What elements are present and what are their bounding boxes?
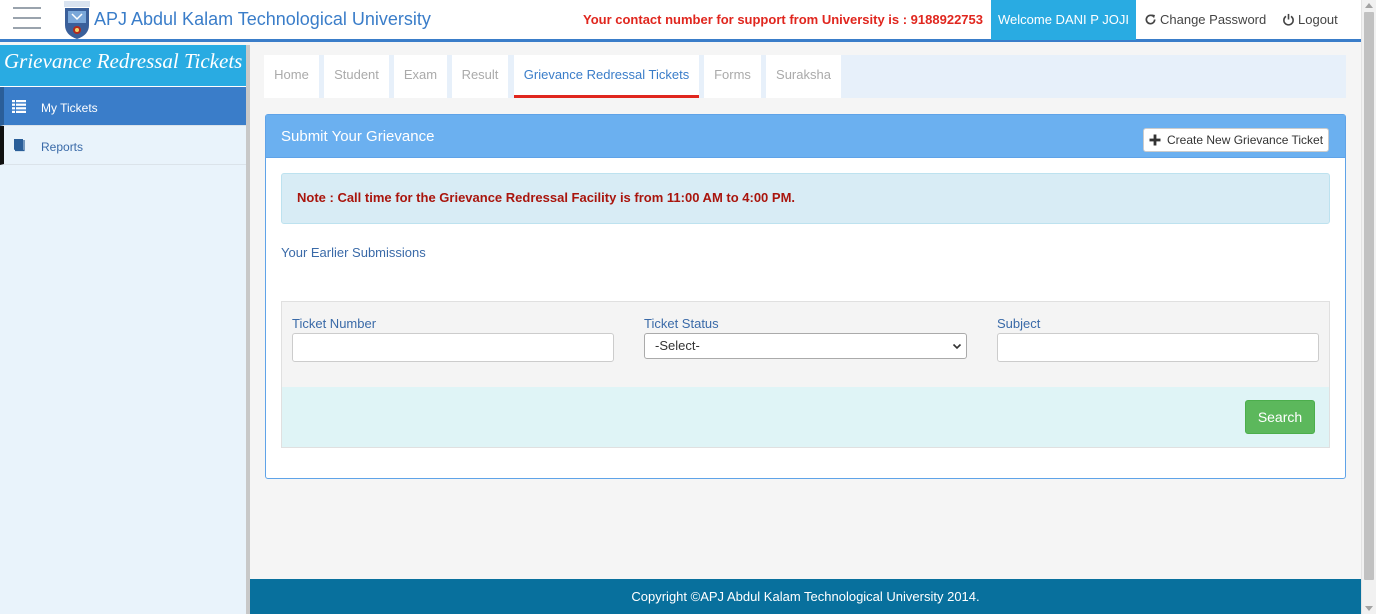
tab-home[interactable]: Home [264, 55, 319, 98]
tab-result[interactable]: Result [452, 55, 508, 98]
panel-title: Submit Your Grievance [281, 128, 435, 145]
scroll-up-arrow-icon[interactable] [1365, 3, 1373, 8]
ticket-number-input[interactable] [292, 333, 614, 362]
earlier-submissions-link[interactable]: Your Earlier Submissions [281, 245, 426, 260]
tab-suraksha[interactable]: Suraksha [766, 55, 841, 98]
plus-icon [1149, 134, 1161, 146]
create-button-label: Create New Grievance Ticket [1167, 133, 1324, 147]
tab-exam[interactable]: Exam [394, 55, 447, 98]
logout-link[interactable]: Logout [1282, 12, 1338, 27]
ticket-status-label: Ticket Status [644, 316, 719, 331]
book-icon [14, 139, 25, 152]
subject-input[interactable] [997, 333, 1319, 362]
power-icon [1283, 13, 1294, 26]
sidebar-item-label: Reports [41, 140, 84, 154]
subject-label: Subject [997, 316, 1041, 331]
tab-student[interactable]: Student [324, 55, 389, 98]
welcome-user-badge: Welcome DANI P JOJI [991, 0, 1136, 40]
sidebar-item-reports[interactable]: Reports [0, 126, 246, 165]
sidebar: Grievance Redressal Tickets My Tickets R… [0, 45, 250, 614]
sidebar-item-my-tickets[interactable]: My Tickets [0, 87, 246, 126]
vertical-scrollbar[interactable] [1361, 0, 1376, 614]
support-contact-text: Your contact number for support from Uni… [583, 12, 983, 27]
nav-tabs: Home Student Exam Result Grievance Redre… [264, 55, 1346, 98]
panel-header: Submit Your Grievance Create New Grievan… [266, 115, 1345, 158]
change-password-label: Change Password [1160, 12, 1267, 27]
ticket-search-form: Ticket Number Ticket Status -Select- Sub… [281, 301, 1330, 448]
ticket-status-select[interactable]: -Select- [644, 333, 967, 359]
search-actions: Search [282, 387, 1329, 447]
tab-grievance-redressal-tickets[interactable]: Grievance Redressal Tickets [514, 55, 699, 98]
sidebar-title: Grievance Redressal Tickets [0, 45, 246, 87]
main-content: Home Student Exam Result Grievance Redre… [254, 45, 1361, 579]
sidebar-item-label: My Tickets [41, 101, 98, 115]
top-header: APJ Abdul Kalam Technological University… [0, 0, 1361, 42]
grievance-panel: Submit Your Grievance Create New Grievan… [265, 114, 1346, 479]
university-name[interactable]: APJ Abdul Kalam Technological University [94, 9, 431, 30]
list-icon [12, 100, 26, 113]
tab-forms[interactable]: Forms [704, 55, 761, 98]
menu-toggle-icon[interactable] [13, 7, 41, 31]
search-button[interactable]: Search [1245, 400, 1315, 434]
chevron-down-icon [952, 343, 962, 350]
note-text: Note : Call time for the Grievance Redre… [297, 190, 796, 205]
scrollbar-thumb[interactable] [1364, 12, 1374, 580]
create-new-grievance-ticket-button[interactable]: Create New Grievance Ticket [1143, 128, 1329, 152]
refresh-icon [1145, 14, 1156, 25]
ticket-number-label: Ticket Number [292, 316, 377, 331]
change-password-link[interactable]: Change Password [1144, 12, 1266, 27]
university-logo [64, 1, 90, 39]
scroll-down-arrow-icon[interactable] [1365, 606, 1373, 611]
logout-label: Logout [1298, 12, 1338, 27]
ticket-status-selected-value: -Select- [655, 338, 700, 353]
call-time-note: Note : Call time for the Grievance Redre… [281, 173, 1330, 224]
page-footer: Copyright ©APJ Abdul Kalam Technological… [250, 579, 1361, 614]
